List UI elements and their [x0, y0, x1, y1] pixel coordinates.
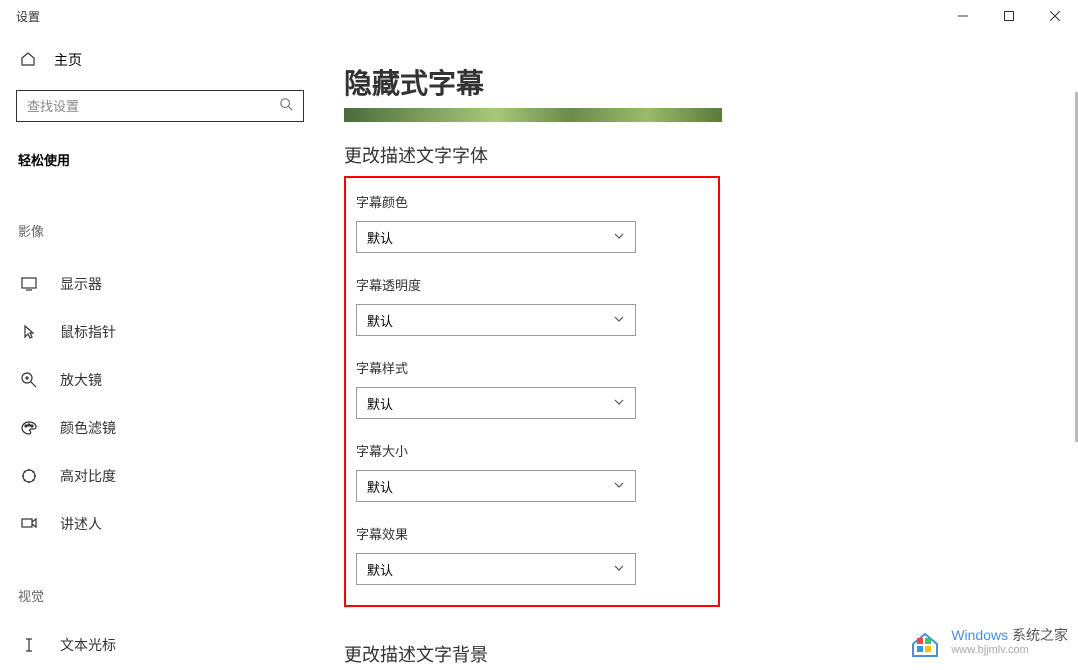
setting-label-color: 字幕颜色 [356, 192, 708, 211]
contrast-icon [20, 467, 38, 485]
chevron-down-icon [613, 313, 625, 328]
close-button[interactable] [1032, 0, 1078, 32]
dropdown-caption-effects[interactable]: 默认 [356, 553, 636, 585]
sidebar-item-high-contrast[interactable]: 高对比度 [16, 452, 304, 500]
highlighted-settings-box: 字幕颜色 默认 字幕透明度 默认 字幕样式 默认 [344, 176, 720, 607]
setting-label-transparency: 字幕透明度 [356, 275, 708, 294]
window-controls [940, 0, 1078, 32]
dropdown-caption-color[interactable]: 默认 [356, 221, 636, 253]
main-content: 隐藏式字幕 更改描述文字字体 字幕颜色 默认 字幕透明度 默认 字幕样式 [320, 32, 1078, 670]
sidebar-item-label: 讲述人 [60, 514, 102, 534]
magnifier-icon [20, 371, 38, 389]
cursor-icon [20, 323, 38, 341]
search-icon [279, 97, 293, 116]
dropdown-caption-style[interactable]: 默认 [356, 387, 636, 419]
setting-label-style: 字幕样式 [356, 358, 708, 377]
text-cursor-icon [20, 636, 38, 654]
setting-label-effects: 字幕效果 [356, 524, 708, 543]
setting-label-size: 字幕大小 [356, 441, 708, 460]
dropdown-caption-transparency[interactable]: 默认 [356, 304, 636, 336]
home-icon [20, 51, 36, 70]
watermark-logo-icon [907, 624, 943, 660]
sidebar-group2-label: 视觉 [16, 586, 304, 605]
chevron-down-icon [613, 230, 625, 245]
search-input[interactable] [27, 99, 279, 114]
sidebar-item-narrator[interactable]: 讲述人 [16, 500, 304, 548]
page-title: 隐藏式字幕 [344, 62, 1054, 102]
titlebar: 设置 [0, 0, 1078, 32]
chevron-down-icon [613, 396, 625, 411]
chevron-down-icon [613, 479, 625, 494]
sidebar-item-label: 高对比度 [60, 466, 116, 486]
watermark: Windows 系统之家 www.bjjmlv.com [907, 624, 1068, 660]
sidebar-item-magnifier[interactable]: 放大镜 [16, 356, 304, 404]
maximize-button[interactable] [986, 0, 1032, 32]
watermark-title: Windows 系统之家 [951, 627, 1068, 644]
sidebar-item-label: 放大镜 [60, 370, 102, 390]
palette-icon [20, 419, 38, 437]
watermark-url: www.bjjmlv.com [951, 644, 1068, 657]
search-box[interactable] [16, 90, 304, 122]
sidebar-item-label: 文本光标 [60, 635, 116, 655]
sidebar-home[interactable]: 主页 [16, 32, 304, 88]
sidebar-item-text-cursor[interactable]: 文本光标 [16, 621, 304, 669]
dropdown-value: 默认 [367, 560, 393, 579]
minimize-button[interactable] [940, 0, 986, 32]
sidebar-item-label: 显示器 [60, 274, 102, 294]
sidebar-item-color-filters[interactable]: 颜色滤镜 [16, 404, 304, 452]
preview-image [344, 108, 722, 122]
sidebar-item-mouse-pointer[interactable]: 鼠标指针 [16, 308, 304, 356]
display-icon [20, 275, 38, 293]
sidebar-item-display[interactable]: 显示器 [16, 260, 304, 308]
sidebar-home-label: 主页 [54, 50, 82, 70]
sidebar: 主页 轻松使用 影像 显示器 鼠标指针 [0, 32, 320, 670]
dropdown-value: 默认 [367, 228, 393, 247]
dropdown-value: 默认 [367, 394, 393, 413]
dropdown-value: 默认 [367, 477, 393, 496]
narrator-icon [20, 515, 38, 533]
dropdown-value: 默认 [367, 311, 393, 330]
window-title: 设置 [16, 8, 40, 25]
section-title-font: 更改描述文字字体 [344, 142, 1054, 168]
sidebar-active-page: 轻松使用 [16, 150, 304, 169]
dropdown-caption-size[interactable]: 默认 [356, 470, 636, 502]
sidebar-item-label: 颜色滤镜 [60, 418, 116, 438]
sidebar-item-label: 鼠标指针 [60, 322, 116, 342]
chevron-down-icon [613, 562, 625, 577]
sidebar-group-label: 影像 [16, 221, 304, 240]
